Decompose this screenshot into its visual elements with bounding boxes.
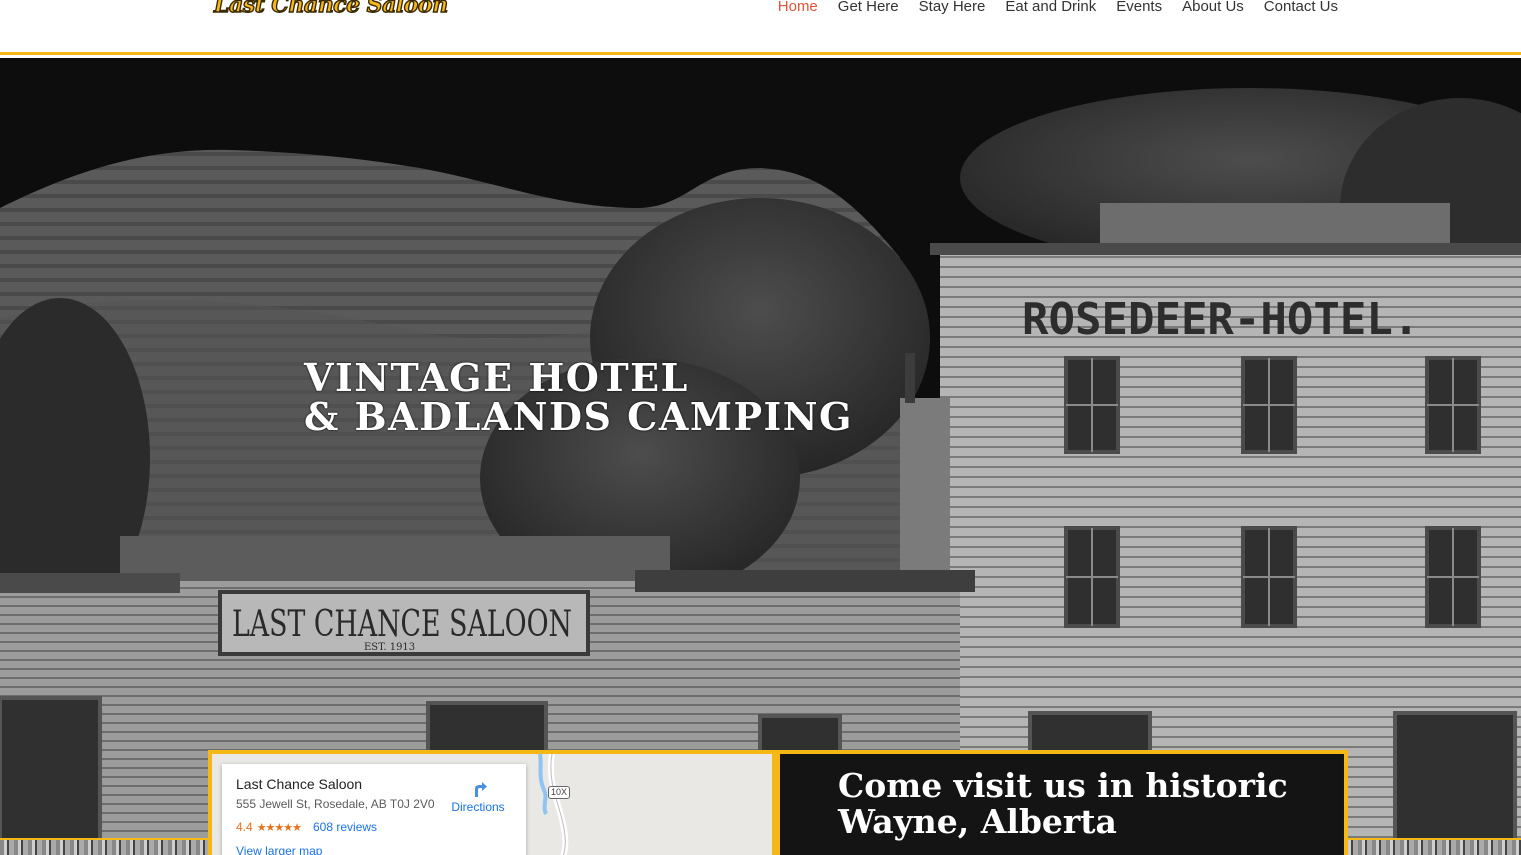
- directions-icon: [475, 782, 487, 797]
- rating-stars-icon: ★★★★★: [256, 820, 302, 834]
- directions-label: Directions: [451, 800, 505, 814]
- nav-item-stay-here[interactable]: Stay Here: [909, 0, 996, 17]
- hero-background-image: ROSEDEER-HOTEL. LAST CHANCE SALOON EST. …: [0, 58, 1521, 855]
- visit-heading-line1: Come visit us in historic: [838, 766, 1288, 805]
- hero-title: VINTAGE HOTEL & BADLANDS CAMPING: [304, 358, 853, 436]
- logo-text: Last Chance Saloon: [213, 0, 448, 19]
- nav-item-home[interactable]: Home: [768, 0, 828, 17]
- nav-item-contact-us[interactable]: Contact Us: [1254, 0, 1348, 17]
- reviews-link[interactable]: 608 reviews: [313, 820, 377, 834]
- visit-heading: Come visit us in historic Wayne, Alberta: [838, 768, 1288, 840]
- rating-row: 4.4 ★★★★★ 608 reviews: [236, 820, 512, 834]
- google-map-embed[interactable]: 10X Last Chance Saloon 555 Jewell St, Ro…: [208, 750, 776, 855]
- nav-item-eat-and-drink[interactable]: Eat and Drink: [995, 0, 1106, 17]
- saloon-sign: LAST CHANCE SALOON: [232, 604, 572, 645]
- visit-panel: Come visit us in historic Wayne, Alberta: [776, 750, 1348, 855]
- directions-button[interactable]: Directions: [448, 778, 508, 814]
- saloon-sign-est: EST. 1913: [364, 642, 415, 653]
- site-header: Last Chance Saloon Home Get Here Stay He…: [0, 0, 1521, 55]
- rating-value: 4.4: [236, 820, 253, 834]
- view-larger-map-link[interactable]: View larger map: [236, 844, 512, 855]
- hero-banner: ROSEDEER-HOTEL. LAST CHANCE SALOON EST. …: [0, 58, 1521, 855]
- visit-heading-line2: Wayne, Alberta: [838, 802, 1117, 841]
- hotel-sign: ROSEDEER-HOTEL.: [1022, 294, 1419, 345]
- hero-title-line2: & BADLANDS CAMPING: [304, 394, 853, 439]
- nav-item-events[interactable]: Events: [1106, 0, 1172, 17]
- main-nav: Home Get Here Stay Here Eat and Drink Ev…: [768, 0, 1348, 17]
- highway-shield: 10X: [548, 786, 571, 799]
- nav-item-get-here[interactable]: Get Here: [828, 0, 909, 17]
- map-place-card: Last Chance Saloon 555 Jewell St, Roseda…: [222, 764, 526, 855]
- nav-item-about-us[interactable]: About Us: [1172, 0, 1254, 17]
- site-logo[interactable]: Last Chance Saloon: [208, 0, 448, 32]
